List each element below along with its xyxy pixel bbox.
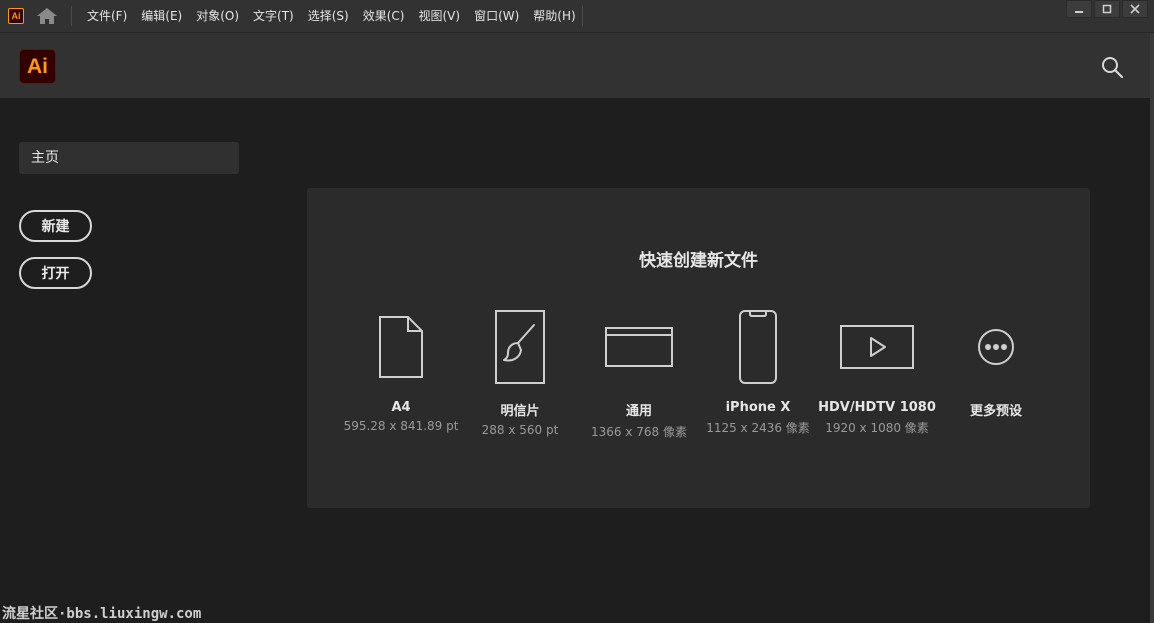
preset-size: 595.28 x 841.89 pt: [343, 419, 459, 433]
watermark: 流星社区·bbs.liuxingw.com: [2, 606, 202, 622]
preset-name: 明信片: [500, 404, 540, 419]
menu-items: 文件(F) 编辑(E) 对象(O) 文字(T) 选择(S) 效果(C) 视图(V…: [80, 0, 583, 32]
preset-size: 1125 x 2436 像素: [706, 421, 810, 435]
preset-iphone-x[interactable]: iPhone X 1125 x 2436 像素: [698, 306, 818, 436]
minimize-button[interactable]: [1066, 0, 1092, 18]
preset-name: HDV/HDTV 1080: [818, 400, 936, 415]
preset-size: 1920 x 1080 像素: [825, 421, 929, 435]
preset-hdtv[interactable]: HDV/HDTV 1080 1920 x 1080 像素: [817, 306, 937, 436]
menu-divider: [582, 6, 583, 26]
menu-type[interactable]: 文字(T): [246, 0, 301, 32]
menu-edit[interactable]: 编辑(E): [134, 0, 189, 32]
new-button[interactable]: 新建: [19, 210, 92, 242]
preset-a4[interactable]: A4 595.28 x 841.89 pt: [341, 306, 461, 433]
app-icon: Ai: [8, 8, 24, 24]
menu-help[interactable]: 帮助(H): [526, 0, 582, 32]
preset-web[interactable]: 通用 1366 x 768 像素: [579, 306, 699, 440]
quick-create-panel: 快速创建新文件 A4 595.28 x 841.89 pt 明信片 288 x …: [307, 188, 1090, 508]
home-icon[interactable]: [35, 6, 59, 26]
menu-window[interactable]: 窗口(W): [467, 0, 526, 32]
phone-icon: [698, 306, 818, 388]
menu-bar: Ai 文件(F) 编辑(E) 对象(O) 文字(T) 选择(S) 效果(C) 视…: [0, 0, 1154, 33]
brush-icon: [460, 306, 580, 388]
preset-name: 更多预设: [969, 404, 1022, 419]
open-button[interactable]: 打开: [19, 257, 92, 289]
quick-create-title: 快速创建新文件: [639, 251, 758, 271]
search-icon[interactable]: [1100, 55, 1124, 79]
more-icon: [936, 306, 1056, 388]
menu-divider: [71, 6, 72, 26]
preset-size: 1366 x 768 像素: [591, 425, 687, 439]
video-icon: [817, 306, 937, 388]
browser-window-icon: [579, 306, 699, 388]
app-logo: Ai: [19, 49, 56, 84]
menu-view[interactable]: 视图(V): [411, 0, 467, 32]
menu-select[interactable]: 选择(S): [301, 0, 356, 32]
maximize-button[interactable]: [1094, 0, 1120, 18]
preset-more[interactable]: 更多预设: [936, 306, 1056, 419]
sidebar-item-home[interactable]: 主页: [19, 142, 239, 174]
document-icon: [341, 306, 461, 388]
app-header: Ai: [0, 33, 1150, 98]
preset-name: 通用: [625, 404, 652, 419]
menu-file[interactable]: 文件(F): [80, 0, 134, 32]
preset-postcard[interactable]: 明信片 288 x 560 pt: [460, 306, 580, 437]
preset-name: iPhone X: [725, 400, 791, 415]
menu-effect[interactable]: 效果(C): [356, 0, 412, 32]
menu-object[interactable]: 对象(O): [189, 0, 246, 32]
preset-name: A4: [391, 400, 411, 415]
preset-size: 288 x 560 pt: [481, 423, 559, 437]
window-edge: [1150, 33, 1154, 623]
close-button[interactable]: [1122, 0, 1148, 18]
